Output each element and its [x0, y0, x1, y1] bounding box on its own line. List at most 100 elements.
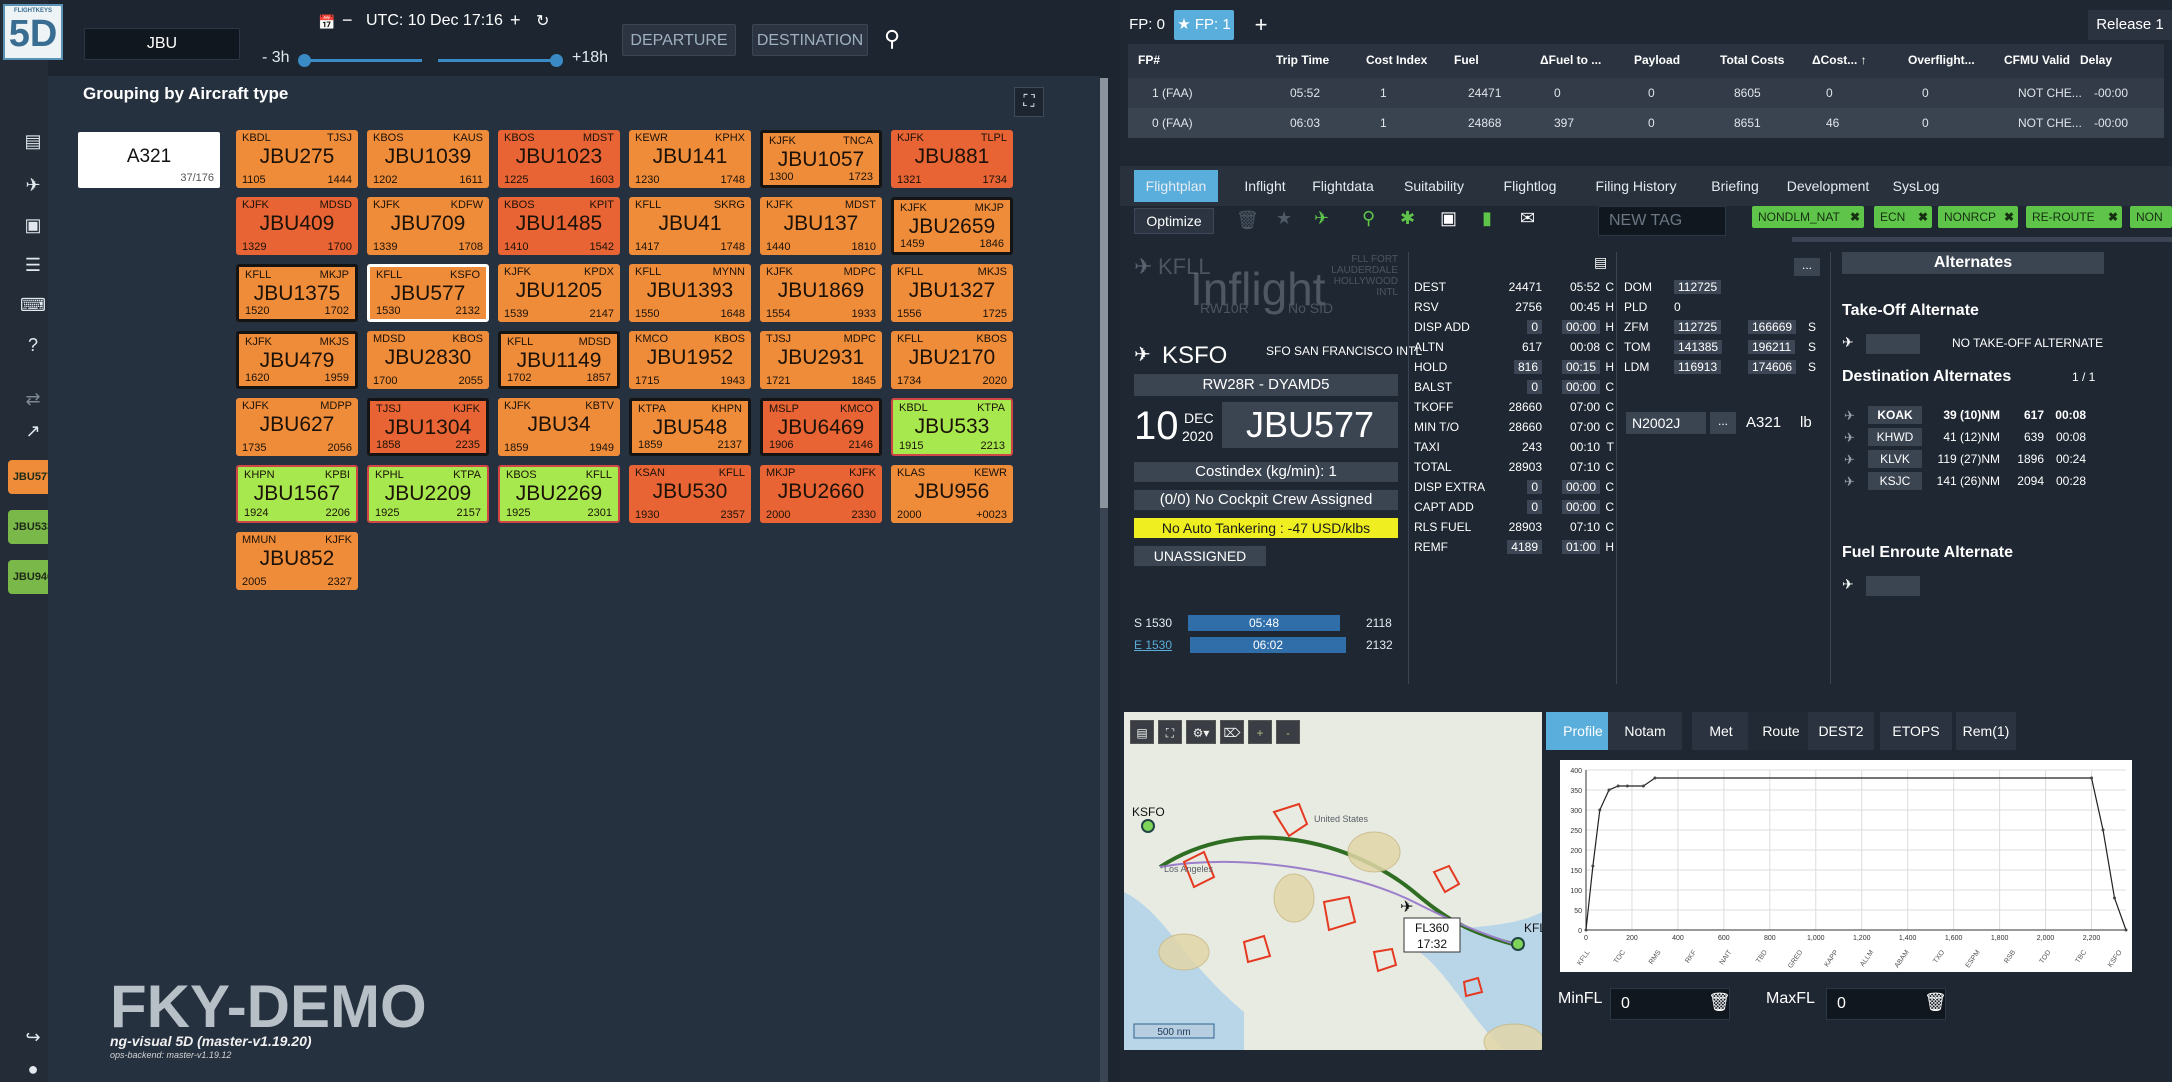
help-icon[interactable]: ? [20, 332, 46, 358]
table-header[interactable]: CFMU Valid [2004, 53, 2070, 67]
refresh-icon[interactable]: ↻ [536, 11, 549, 31]
fuel-value[interactable]: 24471 [1509, 280, 1542, 294]
expand-icon[interactable]: ⛶ [1014, 87, 1044, 117]
flight-tile[interactable]: TJSJ KJFK JBU1304 1858 2235 [367, 398, 489, 456]
origin-marker[interactable] [1141, 819, 1155, 833]
slider-handle-right[interactable] [550, 54, 563, 67]
flight-tile[interactable]: KHPN KPBI JBU1567 1924 2206 [236, 465, 358, 523]
flight-tile[interactable]: KBOS KAUS JBU1039 1202 1611 [367, 130, 489, 188]
fp-tab-0[interactable]: FP: 0 [1124, 10, 1170, 40]
flight-tile[interactable]: KFLL MYNN JBU1393 1550 1648 [629, 264, 751, 322]
close-icon[interactable]: ✖ [2004, 206, 2014, 228]
profile-tab-route[interactable]: Route [1748, 712, 1814, 750]
reset-view-icon[interactable]: ⌦ [1220, 720, 1244, 744]
profile-tab-dest2[interactable]: DEST2 [1808, 712, 1874, 750]
tag-chip[interactable]: RE-ROUTE ✖ [2026, 206, 2122, 228]
flight-tile[interactable]: KJFK KPDX JBU1205 1539 2147 [498, 264, 620, 322]
alternate-code[interactable]: KSJC [1868, 472, 1922, 490]
table-header[interactable]: FP# [1138, 53, 1160, 67]
time-label[interactable]: E 1530 [1134, 638, 1172, 652]
tag-chip[interactable]: NON [2130, 206, 2172, 228]
tag-scrollbar[interactable] [1792, 237, 2172, 242]
tail-number[interactable]: N2002J [1626, 412, 1706, 434]
alternate-row[interactable]: ✈ KLVK 119 (27)NM 1896 00:24 [1844, 450, 2120, 472]
swap-icon[interactable]: ⇄ [20, 386, 46, 412]
tab-inflight[interactable]: Inflight [1236, 170, 1294, 202]
documents-icon[interactable]: ▤ [20, 128, 46, 154]
flight-tile[interactable]: KBDL TJSJ JBU275 1105 1444 [236, 130, 358, 188]
alternate-row[interactable]: ✈ KSJC 141 (26)NM 2094 00:28 [1844, 472, 2120, 494]
range-slider-left[interactable] [304, 59, 422, 62]
tab-flightdata[interactable]: Flightdata [1306, 170, 1380, 202]
plane-icon[interactable]: ✈ [1314, 208, 1329, 229]
fuel-value[interactable]: 0 [1527, 380, 1542, 394]
table-header[interactable]: Cost Index [1366, 53, 1427, 67]
fuel-value[interactable]: 28903 [1509, 460, 1542, 474]
table-header[interactable]: Delay [2080, 53, 2112, 67]
calendar-icon[interactable]: 📅 [318, 14, 335, 31]
table-header[interactable]: Payload [1634, 53, 1680, 67]
chart-icon[interactable]: ▤ [1594, 254, 1607, 271]
table-row[interactable]: 1 (FAA) 05:52 1 24471 0 0 8605 0 0 NOT CHE... -00:… [1128, 78, 2164, 108]
keyboard-icon[interactable]: ⌨ [20, 292, 46, 318]
export-icon[interactable]: ↗ [20, 418, 46, 444]
monitor-icon[interactable]: ▣ [20, 212, 46, 238]
flight-tile[interactable]: KSAN KFLL JBU530 1930 2357 [629, 465, 751, 523]
fuel-value[interactable]: 28660 [1509, 420, 1542, 434]
plane-icon[interactable]: ✈ [20, 172, 46, 198]
optimize-button[interactable]: Optimize [1134, 208, 1214, 234]
flight-tile[interactable]: KBDL KTPA JBU533 1915 2213 [891, 398, 1013, 456]
zoom-in-icon[interactable]: + [1248, 720, 1272, 744]
route-map[interactable]: United States Los Angeles KSFO KFLL FL36… [1124, 712, 1542, 1050]
release-tab[interactable]: Release 1 [2088, 10, 2172, 40]
flight-tile[interactable]: KFLL KBOS JBU2170 1734 2020 [891, 331, 1013, 389]
flight-tile[interactable]: KBOS KFLL JBU2269 1925 2301 [498, 465, 620, 523]
flight-tile[interactable]: MSLP KMCO JBU6469 1906 2146 [760, 398, 882, 456]
flight-tile[interactable]: KFLL MDSD JBU1149 1702 1857 [498, 331, 620, 389]
aircraft-type-card[interactable]: A321 37/176 [78, 132, 220, 188]
departure-button[interactable]: DEPARTURE [622, 24, 736, 56]
location-icon[interactable]: ⚲ [1362, 208, 1375, 229]
tag-chip[interactable]: NONRCP ✖ [1938, 206, 2018, 228]
flight-tile[interactable]: KJFK MDSD JBU409 1329 1700 [236, 197, 358, 255]
tab-suitability[interactable]: Suitability [1392, 170, 1476, 202]
tab-filing-history[interactable]: Filing History [1584, 170, 1688, 202]
mail-icon[interactable]: ✉ [1520, 208, 1535, 229]
tail-more-icon[interactable]: ... [1710, 412, 1736, 434]
flight-tile[interactable]: KJFK MKJS JBU479 1620 1959 [236, 331, 358, 389]
close-icon[interactable]: ✖ [1918, 206, 1928, 228]
destination-button[interactable]: DESTINATION [752, 24, 868, 56]
fuel-value[interactable]: 2756 [1515, 300, 1542, 314]
fuel-value[interactable]: 243 [1522, 440, 1542, 454]
star-icon[interactable]: ★ [1276, 208, 1292, 229]
flight-tile[interactable]: KLAS KEWR JBU956 2000 +0023 [891, 465, 1013, 523]
fuel-value[interactable]: 0 [1527, 480, 1542, 494]
close-icon[interactable]: ✖ [1850, 206, 1860, 228]
flight-tile[interactable]: KFLL MKJS JBU1327 1556 1725 [891, 264, 1013, 322]
dest-runway-star[interactable]: RW28R - DYAMD5 [1134, 374, 1398, 396]
new-tag-input[interactable]: NEW TAG [1598, 206, 1726, 236]
book-icon[interactable]: ▮ [1482, 208, 1492, 229]
flight-tile[interactable]: MMUN KJFK JBU852 2005 2327 [236, 532, 358, 590]
settings-icon[interactable]: ⚙▾ [1186, 720, 1216, 744]
checklist-icon[interactable]: ▣ [1440, 208, 1457, 229]
fuel-value[interactable]: 0 [1527, 500, 1542, 514]
flight-tile[interactable]: MDSD KBOS JBU2830 1700 2055 [367, 331, 489, 389]
alternate-code[interactable]: KLVK [1868, 450, 1922, 468]
tab-syslog[interactable]: SysLog [1888, 170, 1944, 202]
flight-tile[interactable]: KJFK TNCA JBU1057 1300 1723 [760, 130, 882, 188]
tab-flightplan[interactable]: Flightplan [1134, 170, 1218, 202]
assignment-status[interactable]: UNASSIGNED [1134, 546, 1266, 566]
fuel-value[interactable]: 28903 [1509, 520, 1542, 534]
table-header[interactable]: Total Costs [1720, 53, 1784, 67]
flight-tile[interactable]: KJFK KBTV JBU34 1859 1949 [498, 398, 620, 456]
trash-icon[interactable]: 🗑 [1708, 992, 1731, 1013]
flight-tile[interactable]: KJFK MDPP JBU627 1735 2056 [236, 398, 358, 456]
flight-tile[interactable]: KMCO KBOS JBU1952 1715 1943 [629, 331, 751, 389]
range-slider-right[interactable] [438, 59, 556, 62]
flight-tile[interactable]: KFLL MKJP JBU1375 1520 1702 [236, 264, 358, 322]
tag-chip[interactable]: ECN ✖ [1874, 206, 1932, 228]
logout-icon[interactable]: ↪ [20, 1024, 46, 1050]
list-icon[interactable]: ☰ [20, 252, 46, 278]
app-logo[interactable]: 5D FLIGHTKEYS [3, 4, 63, 60]
